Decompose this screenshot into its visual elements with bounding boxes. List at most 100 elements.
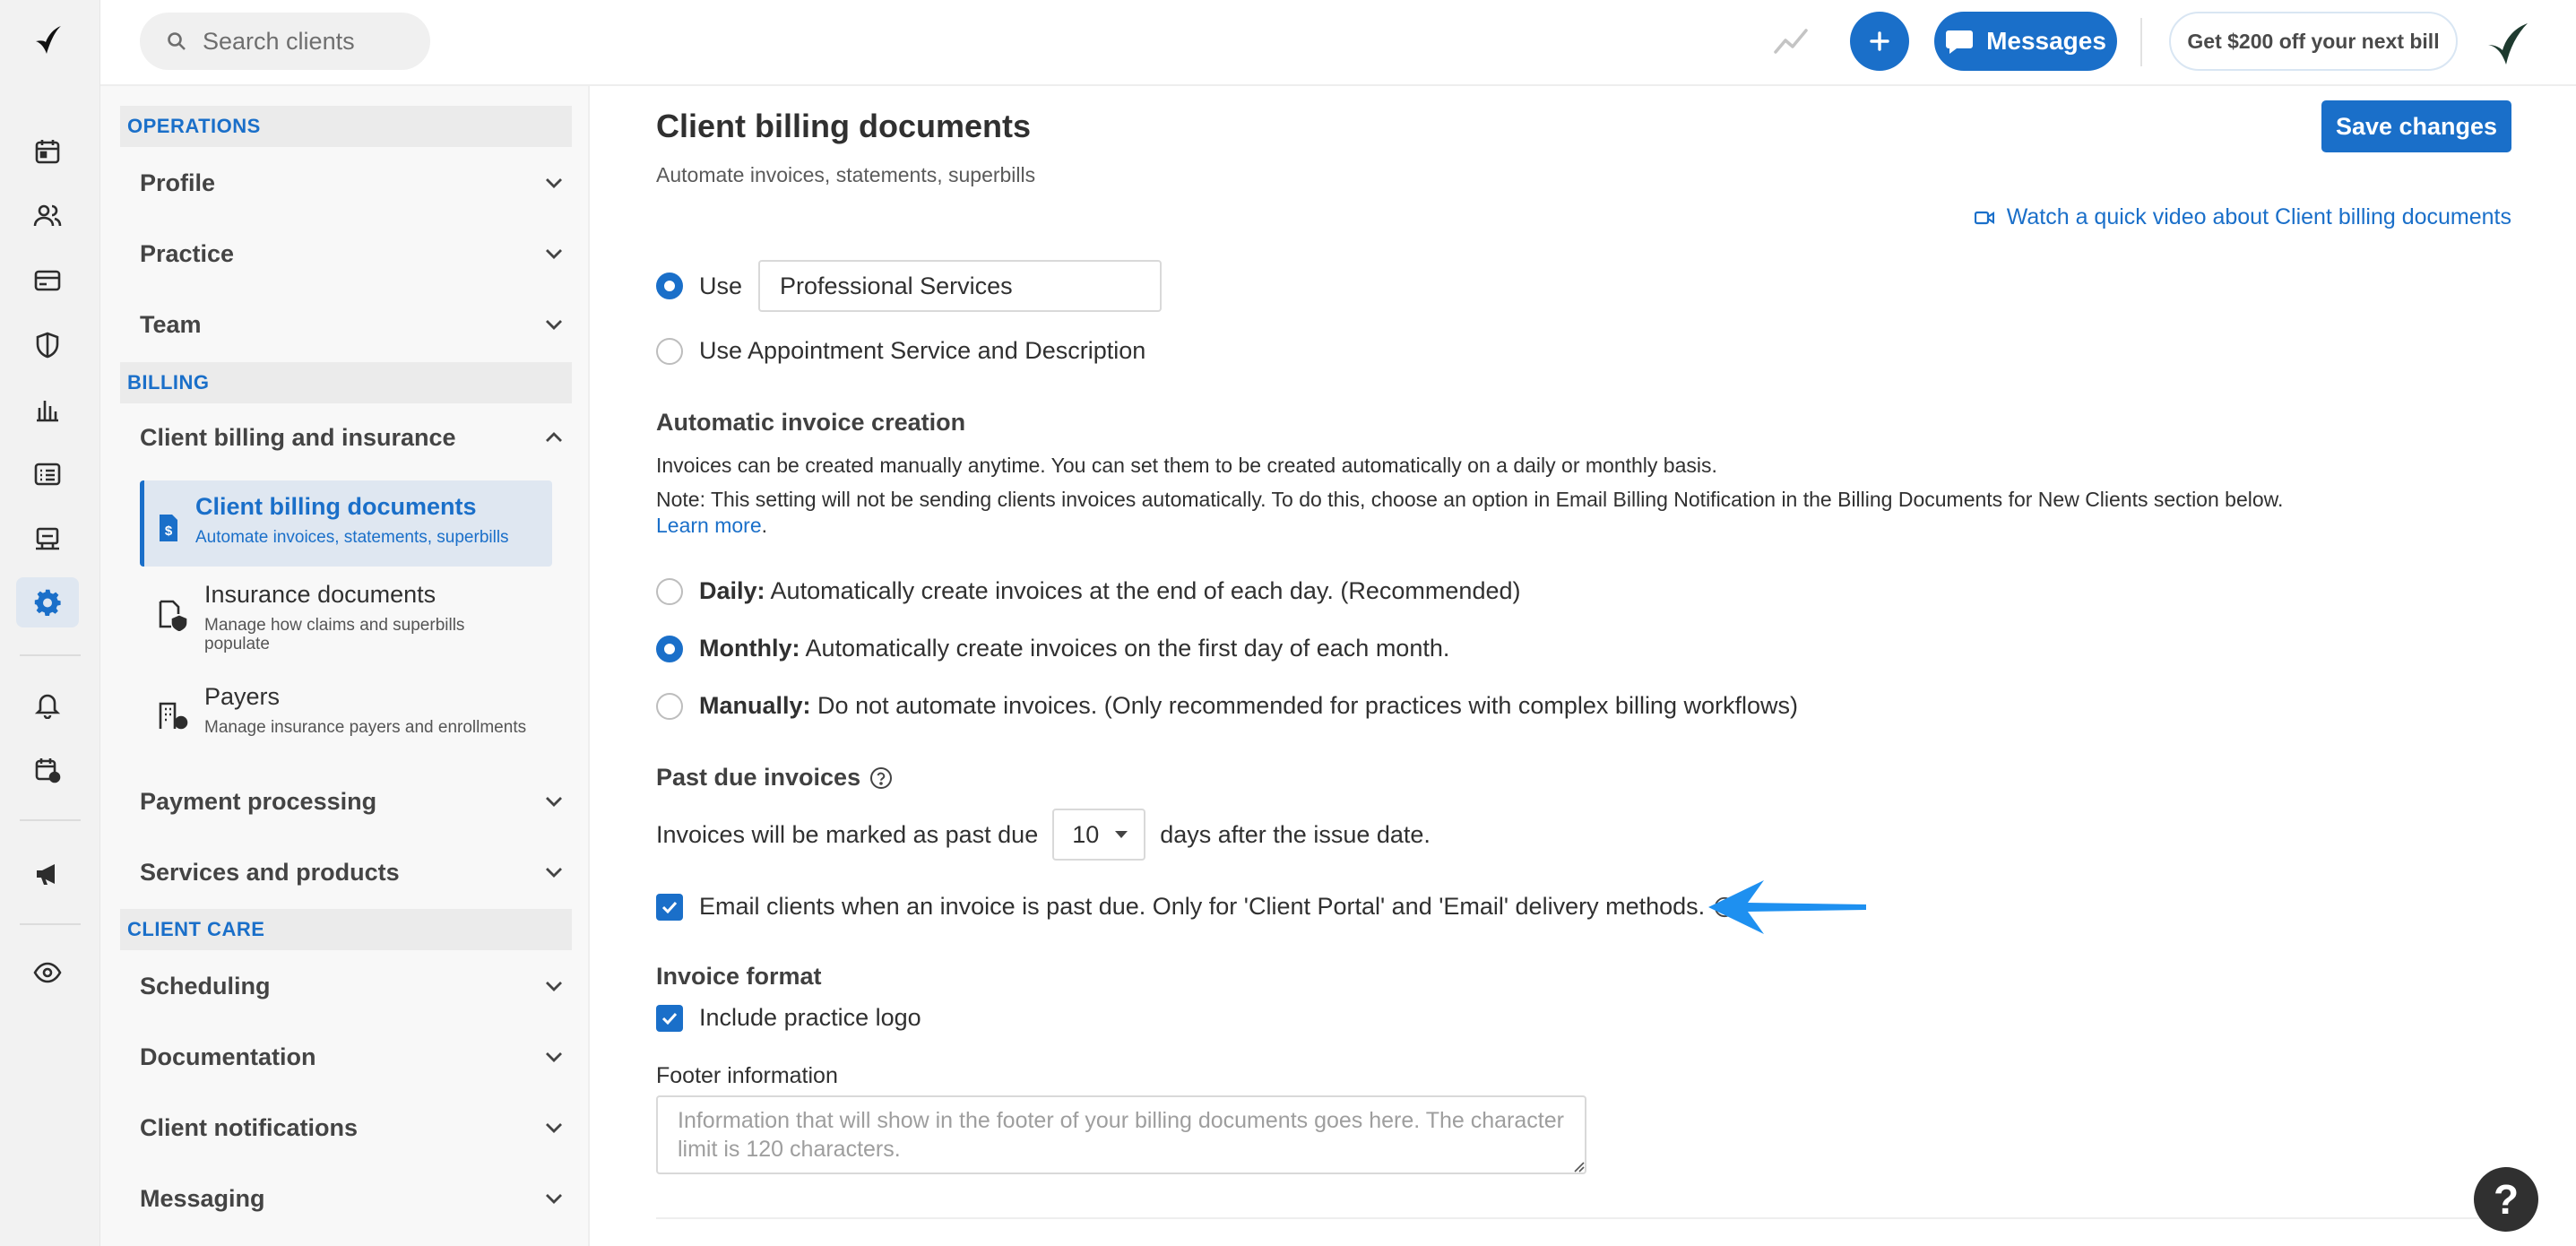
- learn-more-link[interactable]: Learn more: [656, 514, 762, 537]
- sidebar-item-desc: Manage how claims and superbills populat…: [204, 616, 465, 653]
- activity-list-icon[interactable]: [30, 457, 65, 491]
- svg-text:$: $: [165, 523, 173, 539]
- sidebar-item-desc: Automate invoices, statements, superbill…: [195, 528, 509, 547]
- manually-radio[interactable]: [656, 692, 683, 720]
- nav-group-label: Team: [140, 310, 202, 338]
- watch-video-link[interactable]: Watch a quick video about Client billing…: [1974, 204, 2511, 230]
- search-input[interactable]: Search clients: [140, 13, 430, 70]
- past-due-days-value: 10: [1072, 820, 1100, 848]
- analytics-bar-icon[interactable]: [30, 393, 65, 427]
- payers-building-icon: [159, 702, 188, 730]
- nav-group-label: Profile: [140, 169, 216, 196]
- use-text-field[interactable]: Professional Services: [758, 260, 1163, 312]
- rail-divider: [20, 923, 81, 925]
- checkmark-icon: [661, 1012, 678, 1025]
- nav-group-label: Scheduling: [140, 972, 271, 999]
- invoice-option-monthly: Monthly: Automatically create invoices o…: [656, 635, 1449, 662]
- option-text: Monthly: Automatically create invoices o…: [699, 635, 1449, 662]
- section-divider: [656, 1217, 2513, 1219]
- nav-group-scheduling[interactable]: Scheduling: [140, 959, 568, 1013]
- nav-group-practice[interactable]: Practice: [140, 227, 568, 281]
- past-due-prefix: Invoices will be marked as past due: [656, 820, 1039, 848]
- chevron-down-icon: [546, 249, 562, 259]
- settings-gear-icon[interactable]: [30, 585, 65, 619]
- user-avatar[interactable]: [2479, 13, 2537, 70]
- past-due-heading: Past due invoices: [656, 764, 861, 791]
- help-button[interactable]: ?: [2474, 1167, 2538, 1232]
- nav-group-services-products[interactable]: Services and products: [140, 845, 568, 899]
- auto-invoice-heading: Automatic invoice creation: [656, 409, 966, 436]
- use-option-row: Use Professional Services: [656, 260, 1163, 312]
- plus-icon: [1870, 31, 1889, 51]
- option-label: Manually:: [699, 692, 811, 719]
- past-due-days-select[interactable]: 10: [1052, 809, 1146, 861]
- auto-invoice-desc: Invoices can be created manually anytime…: [656, 454, 1717, 477]
- insurance-shield-icon[interactable]: [30, 328, 65, 362]
- nav-group-label: Practice: [140, 239, 235, 267]
- nav-group-profile[interactable]: Profile: [140, 156, 568, 210]
- announcements-megaphone-icon[interactable]: [30, 857, 65, 891]
- nav-group-messaging[interactable]: Messaging: [140, 1172, 568, 1225]
- chevron-down-icon: [546, 982, 562, 991]
- promo-button[interactable]: Get $200 off your next bill: [2169, 12, 2458, 71]
- include-logo-checkbox[interactable]: [656, 1004, 683, 1032]
- calendar-icon[interactable]: [30, 134, 65, 169]
- use-radio[interactable]: [656, 273, 683, 299]
- chevron-down-icon: [546, 320, 562, 330]
- option-desc: Do not automate invoices. (Only recommen…: [817, 692, 1798, 719]
- sidebar-item-title: Insurance documents: [204, 581, 437, 608]
- auto-invoice-note: Note: This setting will not be sending c…: [656, 488, 2284, 511]
- option-label: Daily:: [699, 577, 765, 604]
- invoice-dollar-icon: $: [160, 515, 177, 541]
- use-appointment-radio[interactable]: [656, 337, 683, 365]
- top-bar: Search clients Messages Get $200 off you…: [100, 0, 2576, 86]
- billing-card-icon[interactable]: [30, 264, 65, 298]
- sidebar-item-payers[interactable]: Payers Manage insurance payers and enrol…: [140, 683, 552, 755]
- past-due-suffix: days after the issue date.: [1160, 820, 1431, 848]
- nav-group-client-notifications[interactable]: Client notifications: [140, 1101, 568, 1155]
- use-label: Use: [699, 272, 743, 299]
- trend-chart-icon[interactable]: [1773, 25, 1809, 62]
- clients-icon[interactable]: [30, 199, 65, 233]
- email-past-due-checkbox[interactable]: [656, 893, 683, 921]
- footer-info-textarea[interactable]: Information that will show in the footer…: [656, 1095, 1586, 1174]
- help-circle-icon[interactable]: [869, 766, 893, 790]
- topbar-divider: [2140, 18, 2142, 66]
- monthly-radio[interactable]: [656, 635, 683, 662]
- chevron-down-icon: [546, 1194, 562, 1204]
- page-title: Client billing documents: [656, 108, 1032, 144]
- add-new-button[interactable]: [1850, 12, 1909, 71]
- rail-divider: [20, 654, 81, 656]
- nav-group-payment-processing[interactable]: Payment processing: [140, 774, 568, 828]
- reminders-calendar-icon[interactable]: [30, 753, 65, 787]
- daily-radio[interactable]: [656, 577, 683, 605]
- include-logo-row: Include practice logo: [656, 1004, 921, 1032]
- messages-button[interactable]: Messages: [1934, 12, 2117, 71]
- marketplace-icon[interactable]: [30, 522, 65, 556]
- resize-handle-icon[interactable]: [1572, 1160, 1585, 1172]
- section-billing: BILLING: [120, 362, 572, 403]
- use-appointment-row: Use Appointment Service and Description: [656, 337, 1145, 365]
- save-changes-button[interactable]: Save changes: [2321, 100, 2511, 152]
- chevron-down-icon: [546, 1052, 562, 1062]
- nav-group-team[interactable]: Team: [140, 298, 568, 351]
- sidebar-item-title: Client billing documents: [195, 493, 477, 520]
- notifications-bell-icon[interactable]: [30, 688, 65, 723]
- sidebar-item-insurance-documents[interactable]: Insurance documents Manage how claims an…: [140, 581, 552, 671]
- search-placeholder: Search clients: [203, 27, 355, 55]
- nav-group-client-billing-insurance[interactable]: Client billing and insurance: [140, 411, 568, 464]
- use-appointment-label: Use Appointment Service and Description: [699, 337, 1146, 364]
- invoice-option-daily: Daily: Automatically create invoices at …: [656, 577, 1520, 605]
- main-content: Client billing documents Automate invoic…: [592, 86, 2576, 1246]
- option-label: Monthly:: [699, 635, 800, 662]
- past-due-row: Invoices will be marked as past due 10 d…: [656, 809, 1431, 861]
- footer-info-label: Footer information: [656, 1063, 838, 1088]
- preview-eye-icon[interactable]: [30, 956, 65, 990]
- brand-logo-icon[interactable]: [30, 23, 65, 57]
- sidebar-item-desc: Manage insurance payers and enrollments: [204, 718, 527, 737]
- nav-group-documentation[interactable]: Documentation: [140, 1030, 568, 1084]
- chat-bubble-icon: [1946, 30, 1974, 54]
- sidebar-item-title: Payers: [204, 683, 281, 710]
- video-camera-icon: [1974, 211, 1994, 224]
- sidebar-item-client-billing-documents[interactable]: $ Client billing documents Automate invo…: [140, 480, 552, 567]
